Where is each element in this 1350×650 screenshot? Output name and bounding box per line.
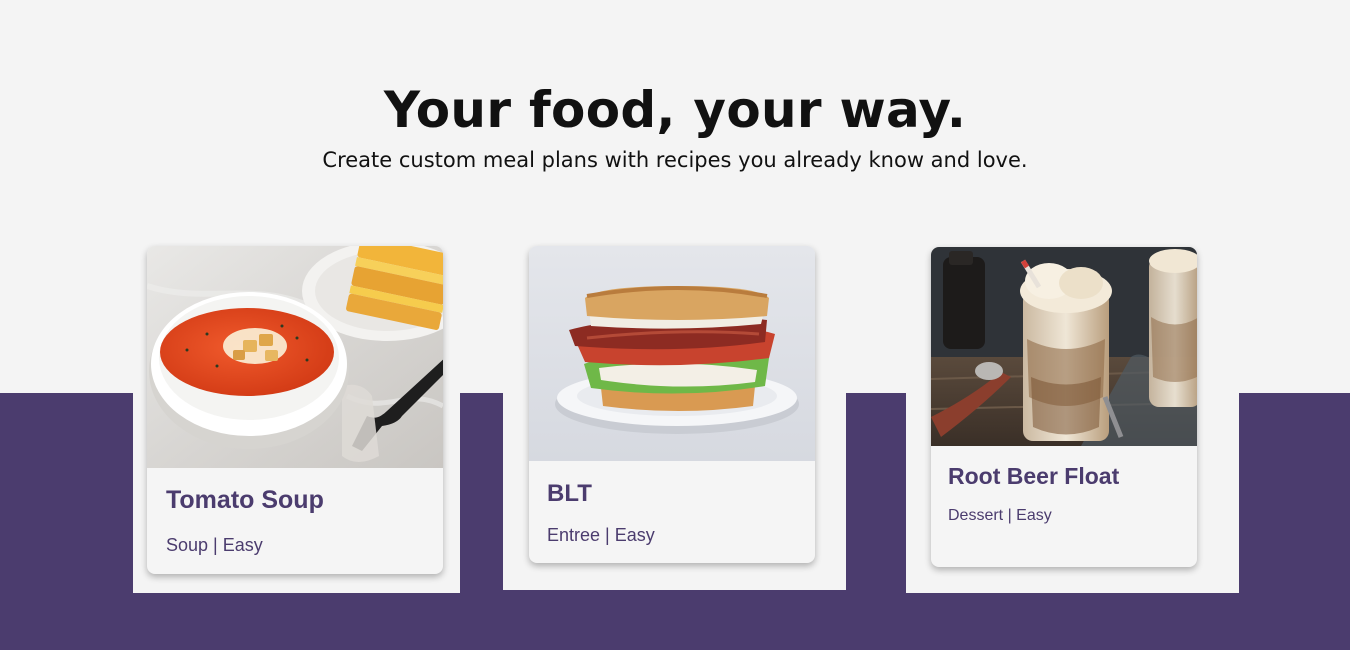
recipe-meta: Entree | Easy xyxy=(547,525,655,545)
root-beer-float-photo xyxy=(931,247,1197,446)
recipe-card-tomato-soup[interactable]: Tomato Soup Soup | Easy xyxy=(147,246,443,574)
recipe-title: BLT xyxy=(547,480,592,507)
recipe-card-root-beer-float[interactable]: Root Beer Float Dessert | Easy xyxy=(931,247,1197,567)
tomato-soup-photo xyxy=(147,246,443,468)
recipe-meta: Soup | Easy xyxy=(166,535,263,555)
recipe-title: Root Beer Float xyxy=(948,463,1120,489)
hero: Your food, your way. Create custom meal … xyxy=(0,78,1350,174)
recipe-title: Tomato Soup xyxy=(166,486,324,514)
recipe-card-blt[interactable]: BLT Entree | Easy xyxy=(529,246,815,563)
hero-subtitle: Create custom meal plans with recipes yo… xyxy=(322,148,1028,172)
hero-title: Your food, your way. xyxy=(383,81,967,139)
recipe-meta: Dessert | Easy xyxy=(948,507,1052,524)
blt-sandwich-photo xyxy=(529,246,815,461)
